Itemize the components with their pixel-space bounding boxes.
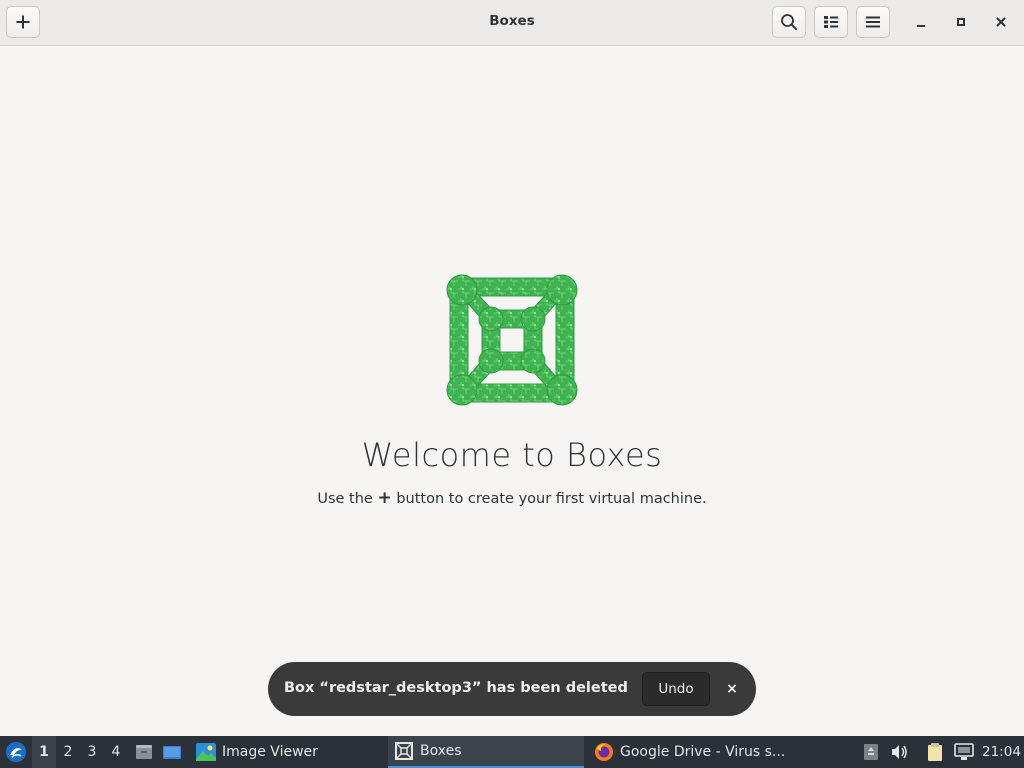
hamburger-menu-icon [866, 16, 880, 28]
file-manager-icon [136, 745, 152, 759]
workspace-1[interactable]: 1 [32, 736, 56, 768]
image-viewer-icon [196, 743, 216, 761]
welcome-hint: Use the + button to create your first vi… [0, 488, 1024, 508]
task-label: Image Viewer [222, 744, 318, 760]
close-notification-button[interactable]: × [720, 678, 744, 700]
task-image-viewer[interactable]: Image Viewer [190, 736, 386, 768]
task-label: Google Drive - Virus s... [620, 744, 786, 760]
workspace-4[interactable]: 4 [104, 736, 128, 768]
start-menu-button[interactable] [4, 736, 28, 768]
header-bar: Boxes [0, 0, 1024, 46]
removable-media-tray[interactable] [860, 736, 882, 768]
minimize-icon [917, 25, 925, 27]
volume-tray[interactable] [888, 736, 910, 768]
workspace-3[interactable]: 3 [80, 736, 104, 768]
clock: 21:04 [982, 744, 1021, 760]
empty-state: Welcome to Boxes Use the + button to cre… [0, 46, 1024, 736]
volume-icon [892, 745, 907, 759]
list-view-icon [824, 16, 838, 28]
show-desktop-launcher[interactable] [161, 736, 183, 768]
removable-media-icon [864, 744, 878, 760]
task-boxes[interactable]: Boxes [388, 736, 584, 768]
hint-suffix: button to create your first virtual mach… [396, 491, 707, 507]
network-tray[interactable] [952, 736, 976, 768]
hint-prefix: Use the [317, 491, 373, 507]
welcome-heading: Welcome to Boxes [361, 436, 663, 474]
undo-button[interactable]: Undo [642, 672, 710, 706]
maximize-button[interactable] [948, 9, 974, 35]
lubuntu-start-icon [6, 742, 26, 762]
desktop-icon [163, 746, 181, 759]
firefox-icon [595, 743, 613, 761]
boxes-logo [446, 274, 578, 406]
search-icon [781, 14, 797, 30]
clipboard-icon [928, 743, 942, 761]
maximize-icon [957, 18, 965, 26]
main-menu-button[interactable] [856, 6, 890, 38]
close-icon [996, 17, 1006, 27]
close-button[interactable] [988, 9, 1014, 35]
search-button[interactable] [772, 6, 806, 38]
boxes-icon [395, 742, 413, 760]
taskbar: 1 2 3 4 Image Viewer Boxes Google Drive … [0, 736, 1024, 768]
deleted-notification: Box “redstar_desktop3” has been deleted … [268, 662, 756, 716]
network-icon [954, 743, 974, 760]
hint-plus-symbol: + [377, 488, 392, 508]
view-toggle-button[interactable] [814, 6, 848, 38]
workspace-2[interactable]: 2 [56, 736, 80, 768]
file-manager-launcher[interactable] [133, 736, 155, 768]
notification-message: Box “redstar_desktop3” has been deleted [284, 680, 628, 696]
task-firefox-google-drive[interactable]: Google Drive - Virus s... [588, 736, 788, 768]
clipboard-tray[interactable] [924, 736, 946, 768]
task-label: Boxes [420, 743, 462, 759]
minimize-button[interactable] [908, 9, 934, 35]
